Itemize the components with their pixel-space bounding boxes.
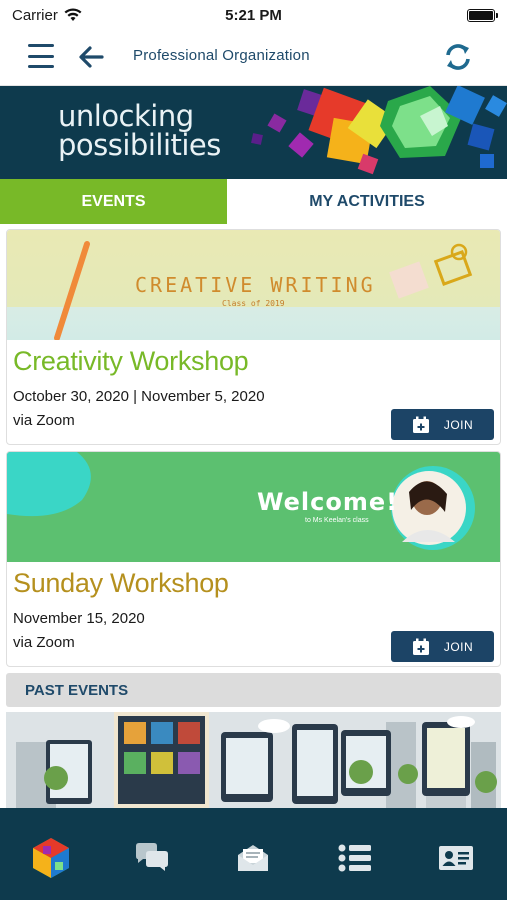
chat-icon	[136, 843, 169, 871]
event-venue: via Zoom	[13, 634, 75, 651]
event-card[interactable]: CREATIVE WRITING Class of 2019 Creativit…	[6, 229, 501, 445]
banner-line-2: possibilities	[58, 128, 221, 162]
banner-text: unlocking possibilities	[58, 102, 221, 160]
app-header: Professional Organization	[0, 30, 507, 86]
event-date: November 15, 2020	[13, 610, 145, 627]
menu-icon[interactable]	[28, 44, 54, 68]
id-card-icon	[439, 846, 474, 870]
battery-icon	[467, 8, 498, 22]
nav-list[interactable]	[330, 836, 380, 880]
event-image: CREATIVE WRITING Class of 2019	[7, 230, 500, 340]
join-label: JOIN	[443, 639, 474, 654]
city-illustration	[6, 712, 501, 808]
tab-events[interactable]: EVENTS	[0, 179, 227, 224]
nav-chat[interactable]	[127, 836, 177, 880]
nav-home[interactable]	[26, 836, 76, 880]
calendar-add-icon	[412, 416, 429, 433]
welcome-graphic	[7, 452, 475, 550]
nav-mail[interactable]	[228, 836, 278, 880]
event-image: Welcome! to Ms Keelan's class	[7, 452, 500, 562]
wifi-icon	[64, 8, 82, 21]
mail-icon	[238, 845, 269, 871]
status-time: 5:21 PM	[225, 6, 282, 24]
event-venue: via Zoom	[13, 412, 75, 429]
event-title[interactable]: Creativity Workshop	[13, 346, 249, 377]
event-date: October 30, 2020 | November 5, 2020	[13, 388, 265, 405]
bottom-navigation	[0, 808, 507, 900]
calendar-add-icon	[412, 638, 429, 655]
status-left: Carrier	[12, 7, 172, 24]
list-icon	[338, 844, 371, 872]
nav-profile[interactable]	[431, 836, 481, 880]
header-title: Professional Organization	[133, 47, 310, 64]
event-image-headline: Welcome!	[257, 488, 399, 516]
past-events-header[interactable]: PAST EVENTS	[6, 673, 501, 707]
event-image-headline: CREATIVE WRITING	[135, 273, 376, 297]
event-image-subline: to Ms Keelan's class	[305, 517, 369, 524]
join-button[interactable]: JOIN	[391, 409, 494, 440]
event-tabs: EVENTS MY ACTIVITIES	[0, 179, 507, 224]
status-right	[335, 8, 498, 22]
app-logo-icon	[32, 838, 69, 878]
join-button[interactable]: JOIN	[391, 631, 494, 662]
event-image-subline: Class of 2019	[222, 299, 285, 308]
refresh-icon[interactable]	[441, 40, 475, 74]
hero-banner: unlocking possibilities	[0, 86, 507, 179]
back-arrow-icon[interactable]	[76, 42, 106, 72]
event-card[interactable]: Welcome! to Ms Keelan's class Sunday Wor…	[6, 451, 501, 667]
past-event-image[interactable]	[6, 712, 501, 808]
join-label: JOIN	[443, 417, 474, 432]
tab-my-activities[interactable]: MY ACTIVITIES	[227, 179, 507, 224]
banner-line-1: unlocking	[58, 99, 194, 133]
event-title[interactable]: Sunday Workshop	[13, 568, 229, 599]
status-bar: Carrier 5:21 PM	[0, 0, 507, 30]
carrier-label: Carrier	[12, 6, 58, 24]
